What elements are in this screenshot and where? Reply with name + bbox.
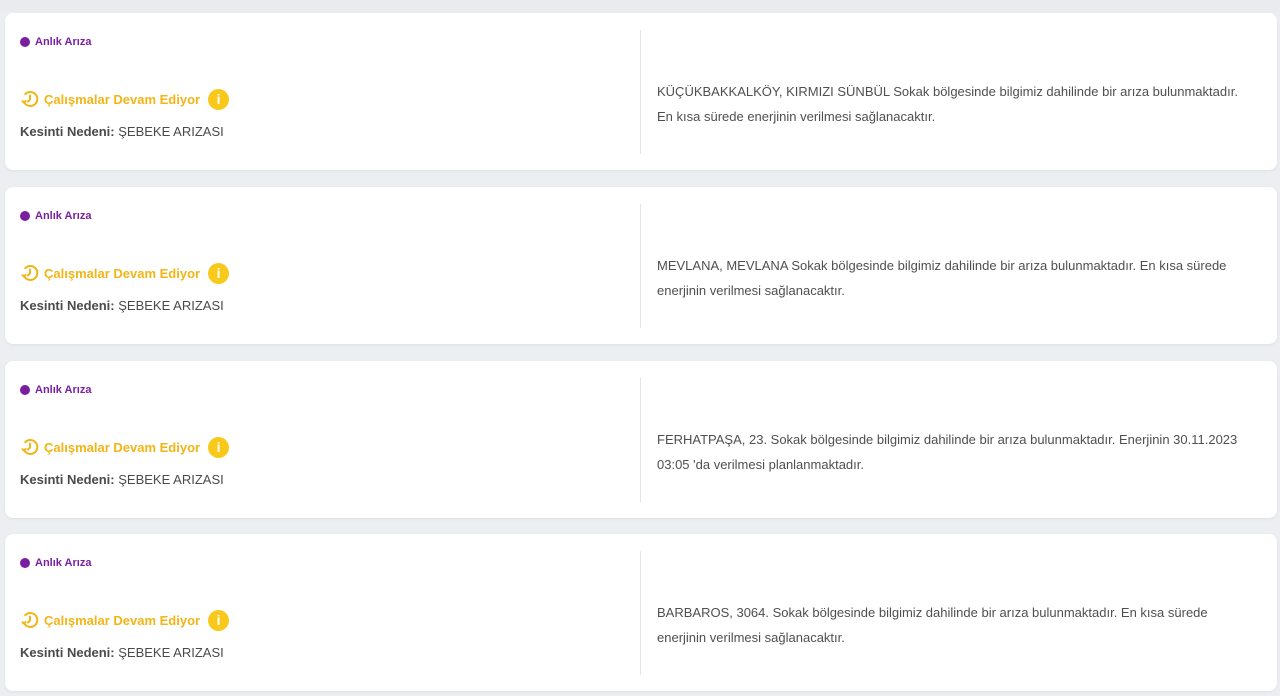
- outage-card: Anlık Arıza Çalışmalar Devam Ediyor i Ke…: [5, 187, 1277, 344]
- info-icon[interactable]: i: [208, 88, 230, 110]
- top-strip: [0, 0, 1280, 12]
- clock-history-icon: [21, 612, 39, 628]
- badge-dot-icon: [20, 385, 30, 395]
- card-divider: [640, 30, 641, 154]
- outage-card-summary: Anlık Arıza Çalışmalar Devam Ediyor i Ke…: [5, 13, 641, 170]
- outage-description: MEVLANA, MEVLANA Sokak bölgesinde bilgim…: [657, 258, 1227, 298]
- outage-type-badge: Anlık Arıza: [20, 383, 91, 397]
- status-label: Çalışmalar Devam Ediyor: [44, 91, 201, 107]
- card-divider: [640, 204, 641, 328]
- clock-history-icon: [21, 439, 39, 455]
- outage-card-summary: Anlık Arıza Çalışmalar Devam Ediyor i Ke…: [5, 361, 641, 518]
- outage-description: FERHATPAŞA, 23. Sokak bölgesinde bilgimi…: [657, 432, 1238, 472]
- outage-status: Çalışmalar Devam Ediyor i: [20, 88, 230, 110]
- card-divider: [640, 378, 641, 502]
- outage-type-label: Anlık Arıza: [35, 36, 92, 48]
- outage-status: Çalışmalar Devam Ediyor i: [20, 436, 230, 458]
- outage-status: Çalışmalar Devam Ediyor i: [20, 262, 230, 284]
- outage-card-summary: Anlık Arıza Çalışmalar Devam Ediyor i Ke…: [5, 187, 641, 344]
- clock-history-icon: [21, 265, 39, 281]
- outage-cause: Kesinti Nedeni: ŞEBEKE ARIZASI: [20, 124, 224, 139]
- cause-label: Kesinti Nedeni:: [20, 472, 115, 487]
- cause-label: Kesinti Nedeni:: [20, 124, 115, 139]
- badge-dot-icon: [20, 211, 30, 221]
- status-label: Çalışmalar Devam Ediyor: [44, 439, 201, 455]
- outage-card: Anlık Arıza Çalışmalar Devam Ediyor i Ke…: [5, 361, 1277, 518]
- cause-value: ŞEBEKE ARIZASI: [118, 124, 224, 139]
- cause-label: Kesinti Nedeni:: [20, 645, 115, 660]
- info-icon[interactable]: i: [208, 436, 230, 458]
- outage-list-page: Anlık Arıza Çalışmalar Devam Ediyor i Ke…: [0, 0, 1280, 696]
- outage-type-badge: Anlık Arıza: [20, 209, 91, 223]
- cause-value: ŞEBEKE ARIZASI: [118, 472, 224, 487]
- outage-type-label: Anlık Arıza: [35, 384, 92, 396]
- outage-cause: Kesinti Nedeni: ŞEBEKE ARIZASI: [20, 472, 224, 487]
- outage-description: KÜÇÜKBAKKALKÖY, KIRMIZI SÜNBÜL Sokak böl…: [657, 84, 1238, 124]
- outage-card-summary: Anlık Arıza Çalışmalar Devam Ediyor i Ke…: [5, 534, 641, 691]
- cause-value: ŞEBEKE ARIZASI: [118, 645, 224, 660]
- outage-cause: Kesinti Nedeni: ŞEBEKE ARIZASI: [20, 298, 224, 313]
- status-label: Çalışmalar Devam Ediyor: [44, 265, 201, 281]
- cause-label: Kesinti Nedeni:: [20, 298, 115, 313]
- clock-history-icon: [21, 91, 39, 107]
- badge-dot-icon: [20, 37, 30, 47]
- outage-card: Anlık Arıza Çalışmalar Devam Ediyor i Ke…: [5, 534, 1277, 691]
- outage-type-badge: Anlık Arıza: [20, 35, 91, 49]
- info-icon[interactable]: i: [208, 609, 230, 631]
- outage-description: BARBAROS, 3064. Sokak bölgesinde bilgimi…: [657, 605, 1208, 645]
- badge-dot-icon: [20, 558, 30, 568]
- status-label: Çalışmalar Devam Ediyor: [44, 612, 201, 628]
- outage-cause: Kesinti Nedeni: ŞEBEKE ARIZASI: [20, 645, 224, 660]
- card-divider: [640, 551, 641, 675]
- outage-type-label: Anlık Arıza: [35, 210, 92, 222]
- outage-type-badge: Anlık Arıza: [20, 556, 91, 570]
- outage-type-label: Anlık Arıza: [35, 557, 92, 569]
- outage-status: Çalışmalar Devam Ediyor i: [20, 609, 230, 631]
- cause-value: ŞEBEKE ARIZASI: [118, 298, 224, 313]
- outage-card: Anlık Arıza Çalışmalar Devam Ediyor i Ke…: [5, 13, 1277, 170]
- info-icon[interactable]: i: [208, 262, 230, 284]
